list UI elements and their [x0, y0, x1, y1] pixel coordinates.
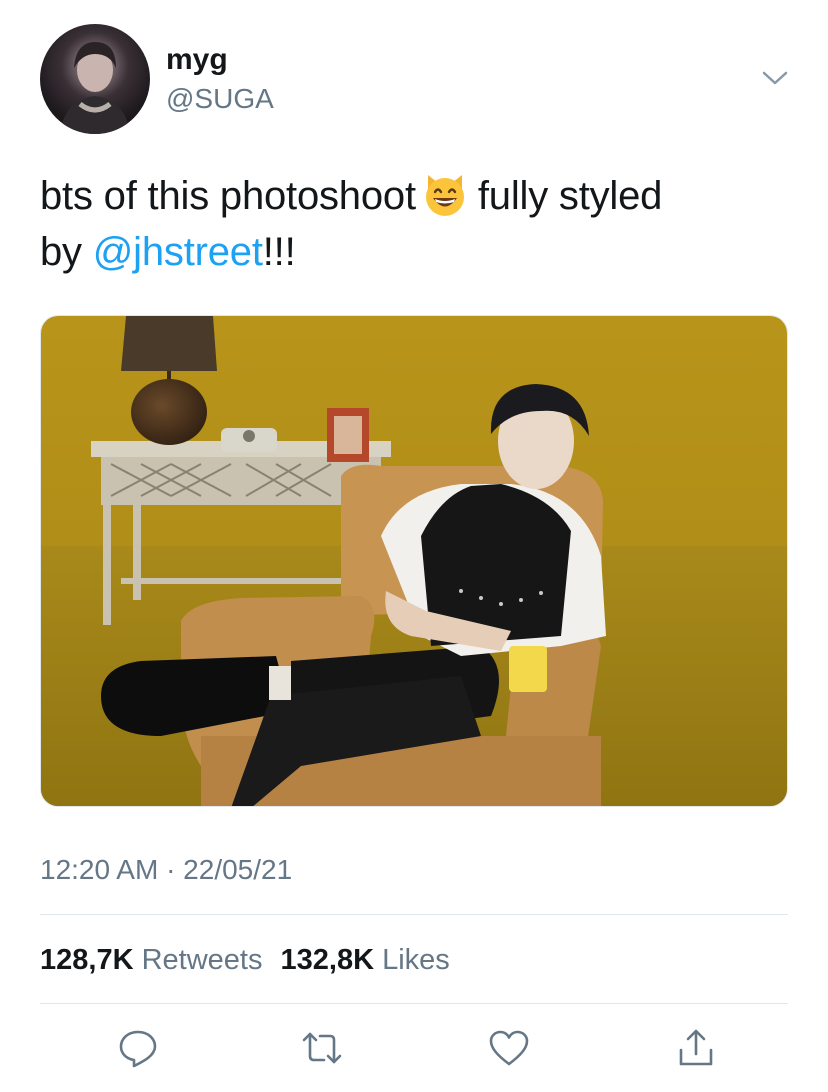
- grinning-cat-emoji-icon: [422, 173, 468, 217]
- display-name[interactable]: myg: [166, 42, 228, 78]
- likes-count: 132,8K: [280, 944, 375, 976]
- retweets-count: 128,7K: [40, 944, 134, 976]
- mention-link[interactable]: @jhstreet: [93, 230, 263, 274]
- tweet-photo[interactable]: [40, 315, 788, 807]
- avatar-portrait: [60, 42, 130, 134]
- tweet-stats: 128,7K Retweets 132,8K Likes: [40, 940, 460, 980]
- tweet-text-part: !!!: [262, 230, 296, 274]
- tweet-text-part: by: [40, 230, 82, 274]
- divider: [40, 1003, 788, 1004]
- tweet-text-part: fully styled: [477, 174, 663, 218]
- tweet-text-part: bts of this photoshoot: [40, 174, 416, 218]
- retweets-stat[interactable]: 128,7K Retweets: [40, 944, 272, 976]
- reply-icon[interactable]: [116, 1026, 160, 1070]
- action-bar: [0, 1020, 828, 1076]
- likes-stat[interactable]: 132,8K Likes: [281, 944, 460, 976]
- share-icon[interactable]: [674, 1026, 718, 1070]
- chevron-down-icon[interactable]: [760, 66, 790, 90]
- tweet-text: bts of this photoshoot fully styled by @…: [40, 168, 800, 280]
- user-handle[interactable]: @SUGA: [166, 82, 274, 116]
- avatar[interactable]: [40, 24, 150, 134]
- retweet-icon[interactable]: [300, 1026, 344, 1070]
- likes-label: Likes: [382, 944, 450, 976]
- tweet-timestamp[interactable]: 12:20 AM · 22/05/21: [40, 852, 292, 888]
- like-icon[interactable]: [487, 1026, 531, 1070]
- retweets-label: Retweets: [141, 944, 263, 976]
- divider: [40, 914, 788, 915]
